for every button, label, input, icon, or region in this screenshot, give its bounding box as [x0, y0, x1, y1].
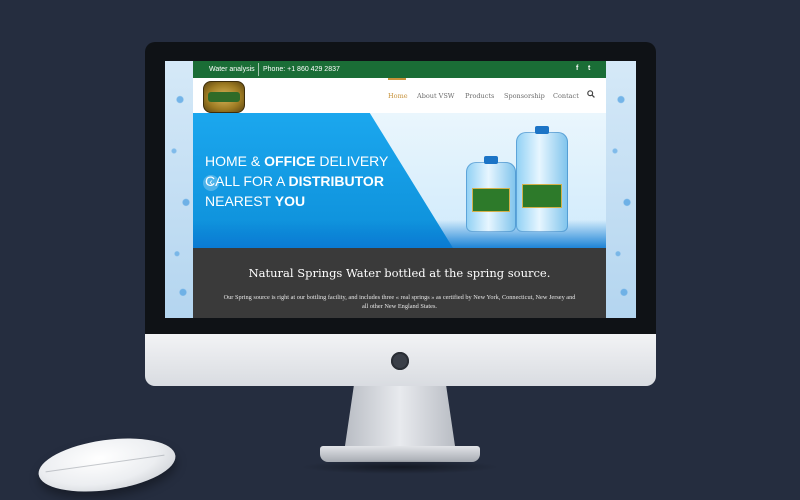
water-analysis-link[interactable]: Water analysis: [209, 65, 255, 74]
top-bar: Water analysis Phone: +1 860 429 2837 f …: [193, 61, 606, 78]
twitter-icon[interactable]: t: [588, 64, 590, 74]
nav-active-indicator: [388, 78, 406, 80]
water-splash-left: [165, 61, 195, 318]
search-icon[interactable]: [587, 90, 596, 99]
nav-item-contact[interactable]: Contact: [553, 92, 579, 100]
mouse: [35, 430, 179, 500]
nav-item-home[interactable]: Home: [388, 92, 408, 100]
monitor-stand: [345, 386, 455, 446]
logo-banner: [208, 92, 240, 102]
topbar-divider: [258, 63, 259, 76]
hero-headline-1: HOME & OFFICE DELIVERY: [205, 153, 389, 169]
water-bottle-right: [516, 126, 568, 232]
company-logo[interactable]: [203, 81, 245, 113]
main-nav: Home About VSW Products Sponsorship Cont…: [193, 78, 606, 113]
water-splash-right: [606, 61, 636, 318]
website-screen: Water analysis Phone: +1 860 429 2837 f …: [165, 61, 636, 318]
nav-item-sponsorship[interactable]: Sponsorship: [504, 92, 545, 100]
hero-slider: HOME & OFFICE DELIVERY CALL FOR A DISTRI…: [193, 113, 606, 248]
nav-item-products[interactable]: Products: [465, 92, 494, 100]
hero-headline-2: CALL FOR A DISTRIBUTOR: [205, 173, 384, 189]
info-body: Our Spring source is right at our bottli…: [223, 294, 576, 310]
power-button-icon: [391, 352, 409, 370]
slider-prev-arrow-icon[interactable]: ‹: [203, 175, 219, 191]
nav-item-about[interactable]: About VSW: [417, 92, 454, 100]
phone-number: Phone: +1 860 429 2837: [263, 66, 340, 73]
info-title: Natural Springs Water bottled at the spr…: [248, 266, 551, 280]
stand-shadow: [300, 460, 500, 474]
water-bottle-left: [466, 156, 516, 232]
hero-headline-3: NEAREST YOU: [205, 193, 306, 209]
facebook-icon[interactable]: f: [576, 64, 578, 74]
info-section: Natural Springs Water bottled at the spr…: [193, 248, 606, 318]
website-content: Water analysis Phone: +1 860 429 2837 f …: [193, 61, 606, 318]
